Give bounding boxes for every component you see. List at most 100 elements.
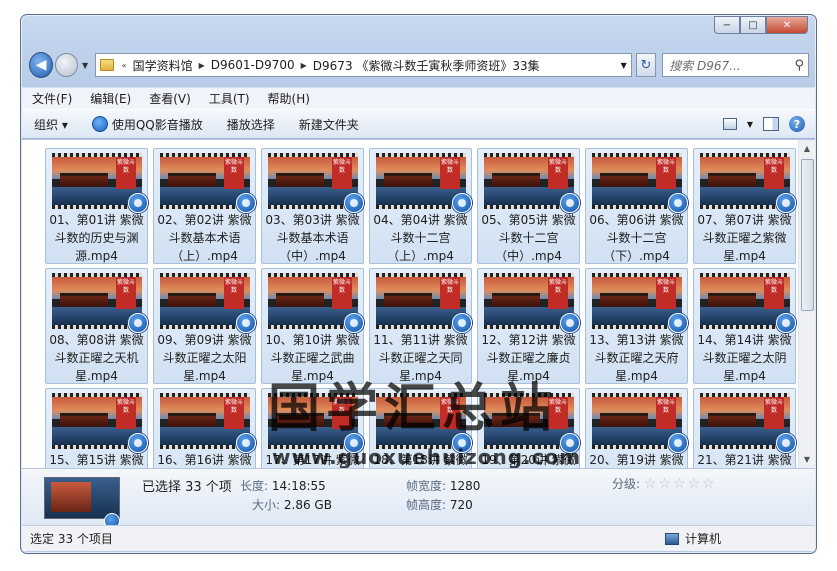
close-button[interactable]: ✕ bbox=[766, 16, 808, 34]
file-tile[interactable]: 紫微斗数 13、第13讲 紫微斗数正曜之天府星.mp4 bbox=[585, 268, 688, 384]
thumbnail-banner: 紫微斗数 bbox=[224, 157, 244, 189]
thumbnail-palace bbox=[168, 173, 216, 187]
qq-player-icon bbox=[560, 193, 580, 213]
menu-bar: 文件(F) 编辑(E) 查看(V) 工具(T) 帮助(H) bbox=[22, 87, 815, 109]
chevron-right-icon[interactable]: ▶ bbox=[199, 61, 205, 70]
file-name: 20、第19讲 紫微 bbox=[589, 453, 684, 467]
file-name: 09、第09讲 紫微斗数正曜之太阳星.mp4 bbox=[157, 333, 252, 383]
file-tile[interactable]: 紫微斗数 15、第15讲 紫微 bbox=[45, 388, 148, 468]
length-value: 14:18:55 bbox=[271, 479, 326, 493]
menu-tools[interactable]: 工具(T) bbox=[199, 90, 258, 107]
qq-player-icon bbox=[668, 313, 688, 333]
file-tile[interactable]: 紫微斗数 01、第01讲 紫微斗数的历史与渊源.mp4 bbox=[45, 148, 148, 264]
file-tile[interactable]: 紫微斗数 12、第12讲 紫微斗数正曜之廉贞星.mp4 bbox=[477, 268, 580, 384]
file-name: 05、第05讲 紫微斗数十二宫（中）.mp4 bbox=[481, 213, 576, 263]
qq-play-button[interactable]: 使用QQ影音播放 bbox=[80, 110, 215, 138]
menu-edit[interactable]: 编辑(E) bbox=[80, 90, 139, 107]
thumbnail-palace bbox=[492, 413, 540, 427]
qq-player-icon bbox=[560, 313, 580, 333]
rating-stars[interactable]: ☆☆☆☆☆ bbox=[644, 476, 717, 492]
change-view-icon[interactable] bbox=[722, 118, 737, 130]
thumbnail-palace bbox=[384, 173, 432, 187]
file-tile[interactable]: 紫微斗数 05、第05讲 紫微斗数十二宫（中）.mp4 bbox=[477, 148, 580, 264]
chevron-right-icon[interactable]: ▶ bbox=[301, 61, 307, 70]
file-tile[interactable]: 紫微斗数 20、第19讲 紫微 bbox=[585, 388, 688, 468]
file-tile[interactable]: 紫微斗数 08、第08讲 紫微斗数正曜之天机星.mp4 bbox=[45, 268, 148, 384]
search-input[interactable]: 搜索 D967... ⚲ bbox=[662, 53, 810, 77]
thumbnail-banner: 紫微斗数 bbox=[440, 397, 460, 429]
breadcrumb-overflow[interactable]: « bbox=[122, 61, 127, 70]
view-dropdown-icon[interactable]: ▼ bbox=[747, 120, 753, 129]
thumbnail-banner: 紫微斗数 bbox=[548, 277, 568, 309]
file-tile[interactable]: 紫微斗数 09、第09讲 紫微斗数正曜之太阳星.mp4 bbox=[153, 268, 256, 384]
address-dropdown-icon[interactable]: ▼ bbox=[621, 61, 627, 70]
address-bar[interactable]: « 国学资料馆 ▶ D9601-D9700 ▶ D9673 《紫微斗数壬寅秋季师… bbox=[94, 53, 632, 77]
status-location-text: 计算机 bbox=[684, 532, 721, 546]
thumbnail-palace bbox=[492, 293, 540, 307]
qq-player-icon bbox=[236, 433, 256, 453]
watermark-url: www.guoxuehuizong.com bbox=[272, 445, 582, 468]
scrollbar-thumb[interactable] bbox=[801, 159, 814, 311]
search-icon[interactable]: ⚲ bbox=[794, 58, 804, 73]
file-name: 14、第14讲 紫微斗数正曜之太阴星.mp4 bbox=[697, 333, 792, 383]
menu-file[interactable]: 文件(F) bbox=[22, 90, 80, 107]
help-icon[interactable]: ? bbox=[789, 116, 805, 132]
qq-player-icon bbox=[776, 433, 796, 453]
qq-player-icon bbox=[128, 313, 148, 333]
play-selection-button[interactable]: 播放选择 bbox=[215, 110, 287, 138]
file-tile[interactable]: 紫微斗数 16、第16讲 紫微 bbox=[153, 388, 256, 468]
file-tile[interactable]: 紫微斗数 03、第03讲 紫微斗数基本术语（中）.mp4 bbox=[261, 148, 364, 264]
new-folder-label: 新建文件夹 bbox=[298, 117, 359, 132]
size-label: 大小: bbox=[252, 498, 281, 512]
recent-pages-dropdown[interactable]: ▼ bbox=[80, 61, 91, 70]
file-tile[interactable]: 紫微斗数 02、第02讲 紫微斗数基本术语（上）.mp4 bbox=[153, 148, 256, 264]
minimize-button[interactable]: − bbox=[714, 16, 740, 34]
new-folder-button[interactable]: 新建文件夹 bbox=[287, 110, 371, 138]
vertical-scrollbar[interactable]: ▲ ▼ bbox=[798, 140, 815, 468]
scroll-up-icon[interactable]: ▲ bbox=[799, 140, 815, 157]
file-list[interactable]: 紫微斗数 01、第01讲 紫微斗数的历史与渊源.mp4 紫微斗数 02、第02讲 紫微… bbox=[22, 140, 798, 468]
rating-label: 分级: bbox=[612, 477, 641, 491]
menu-view[interactable]: 查看(V) bbox=[139, 90, 199, 107]
thumbnail-palace bbox=[168, 413, 216, 427]
thumbnail-banner: 紫微斗数 bbox=[656, 397, 676, 429]
breadcrumb-item[interactable]: 国学资料馆 bbox=[133, 57, 193, 74]
thumbnail-palace bbox=[384, 413, 432, 427]
organize-button[interactable]: 组织 ▾ bbox=[22, 110, 80, 138]
breadcrumb-item[interactable]: D9673 《紫微斗数壬寅秋季师资班》33集 bbox=[313, 57, 540, 74]
file-tile[interactable]: 紫微斗数 10、第10讲 紫微斗数正曜之武曲星.mp4 bbox=[261, 268, 364, 384]
file-tile[interactable]: 紫微斗数 04、第04讲 紫微斗数十二宫（上）.mp4 bbox=[369, 148, 472, 264]
thumbnail-banner: 紫微斗数 bbox=[116, 277, 136, 309]
scroll-down-icon[interactable]: ▼ bbox=[799, 451, 815, 468]
file-tile[interactable]: 紫微斗数 06、第06讲 紫微斗数十二宫（下）.mp4 bbox=[585, 148, 688, 264]
file-tile[interactable]: 紫微斗数 14、第14讲 紫微斗数正曜之太阴星.mp4 bbox=[693, 268, 796, 384]
thumbnail-palace bbox=[276, 413, 324, 427]
breadcrumb-item[interactable]: D9601-D9700 bbox=[211, 58, 295, 72]
back-button[interactable]: ◀ bbox=[29, 52, 54, 78]
forward-button[interactable] bbox=[55, 53, 78, 77]
thumbnail-palace bbox=[600, 173, 648, 187]
menu-help[interactable]: 帮助(H) bbox=[258, 90, 318, 107]
file-tile[interactable]: 紫微斗数 21、第21讲 紫微 bbox=[693, 388, 796, 468]
thumbnail-palace bbox=[276, 293, 324, 307]
thumbnail-banner: 紫微斗数 bbox=[764, 157, 784, 189]
file-name: 04、第04讲 紫微斗数十二宫（上）.mp4 bbox=[373, 213, 468, 263]
qq-play-label: 使用QQ影音播放 bbox=[111, 117, 203, 132]
file-name: 12、第12讲 紫微斗数正曜之廉贞星.mp4 bbox=[481, 333, 576, 383]
frame-width-value: 1280 bbox=[449, 479, 481, 493]
explorer-window: − □ ✕ ◀ ▼ « 国学资料馆 ▶ D9601-D9700 ▶ D9673 … bbox=[20, 14, 817, 554]
refresh-button[interactable]: ↻ bbox=[635, 53, 657, 77]
preview-pane-icon[interactable] bbox=[763, 117, 779, 131]
thumbnail-banner: 紫微斗数 bbox=[332, 157, 352, 189]
qq-player-icon bbox=[776, 313, 796, 333]
file-grid: 紫微斗数 01、第01讲 紫微斗数的历史与渊源.mp4 紫微斗数 02、第02讲 紫微… bbox=[45, 148, 796, 468]
file-tile[interactable]: 紫微斗数 11、第11讲 紫微斗数正曜之天同星.mp4 bbox=[369, 268, 472, 384]
maximize-button[interactable]: □ bbox=[740, 16, 766, 34]
qq-player-icon bbox=[128, 433, 148, 453]
thumbnail-palace bbox=[708, 293, 756, 307]
file-tile[interactable]: 紫微斗数 07、第07讲 紫微斗数正曜之紫微星.mp4 bbox=[693, 148, 796, 264]
thumbnail-banner: 紫微斗数 bbox=[440, 157, 460, 189]
file-name: 16、第16讲 紫微 bbox=[157, 453, 252, 467]
size-value: 2.86 GB bbox=[283, 498, 332, 512]
file-name: 11、第11讲 紫微斗数正曜之天同星.mp4 bbox=[373, 333, 468, 383]
